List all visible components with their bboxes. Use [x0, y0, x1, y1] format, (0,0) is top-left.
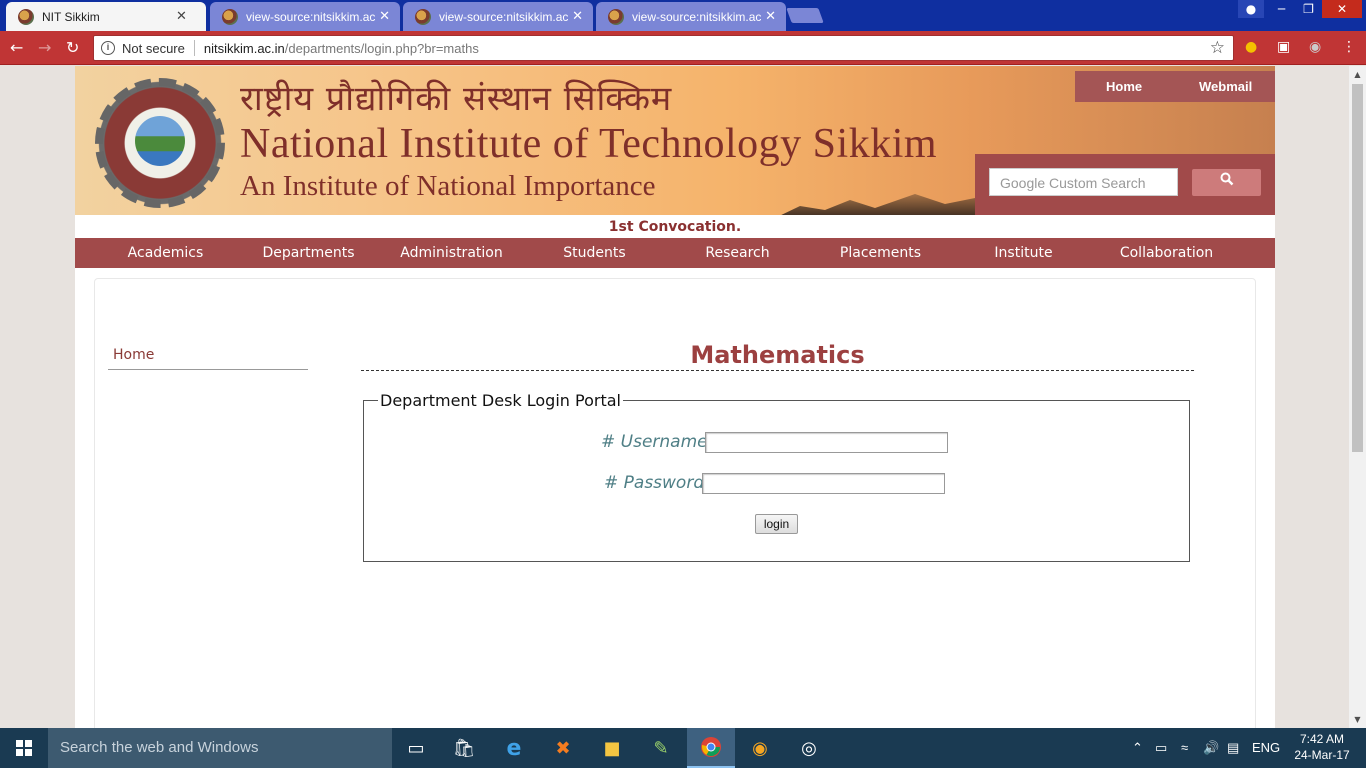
security-label[interactable]: Not secure: [122, 41, 185, 56]
institute-tagline: An Institute of National Importance: [240, 170, 656, 202]
chevron-up-icon[interactable]: ⌃: [1132, 740, 1143, 756]
divider: [193, 40, 195, 56]
url-path: /departments/login.php?br=maths: [284, 40, 479, 56]
close-tab-icon[interactable]: ✕: [379, 9, 390, 24]
login-legend: Department Desk Login Portal: [378, 391, 623, 410]
windows-logo-icon: [16, 740, 32, 756]
scroll-down-icon[interactable]: ▼: [1349, 711, 1366, 728]
password-label: # Password: [604, 473, 705, 493]
login-fieldset: Department Desk Login Portal # Username …: [363, 391, 1190, 562]
username-input[interactable]: [705, 432, 948, 453]
close-tab-icon[interactable]: ✕: [176, 9, 187, 24]
vertical-scrollbar[interactable]: ▲ ▼: [1349, 66, 1366, 728]
info-icon[interactable]: i: [101, 41, 115, 55]
taskbar-search-box[interactable]: Search the web and Windows: [48, 728, 392, 768]
page-container: राष्ट्रीय प्रौद्योगिकी संस्थान सिक्किम N…: [75, 66, 1275, 728]
main-navigation: Academics Departments Administration Stu…: [75, 238, 1275, 268]
nit-favicon-icon: [222, 8, 238, 25]
nav-departments[interactable]: Departments: [237, 238, 380, 268]
globe-extension-icon[interactable]: ◉: [1309, 39, 1321, 55]
search-icon: [1220, 172, 1233, 186]
profile-icon[interactable]: ●: [1238, 0, 1264, 18]
institute-name: National Institute of Technology Sikkim: [240, 121, 938, 167]
battery-icon[interactable]: ▭: [1155, 740, 1167, 756]
search-panel: Google Custom Search: [975, 154, 1275, 215]
sidebar-home-link[interactable]: Home: [108, 345, 308, 370]
tab-title: NIT Sikkim: [42, 9, 100, 24]
nav-academics[interactable]: Academics: [94, 238, 237, 268]
department-title: Mathematics: [361, 342, 1194, 371]
language-indicator[interactable]: ENG: [1252, 740, 1280, 755]
edge-icon[interactable]: e: [490, 728, 538, 768]
page-viewport: राष्ट्रीय प्रौद्योगिकी संस्थान सिक्किम N…: [0, 66, 1366, 728]
clock-time: 7:42 AM: [1299, 732, 1345, 746]
taskbar: Search the web and Windows ▭ 🛍 e ✖ ■ ✎ ◉…: [0, 728, 1366, 768]
scroll-up-icon[interactable]: ▲: [1349, 66, 1366, 83]
login-button[interactable]: login: [755, 514, 798, 534]
clock[interactable]: 7:42 AM 24-Mar-17: [1290, 731, 1354, 763]
tab-strip: NIT Sikkim ✕ view-source:nitsikkim.ac.in…: [0, 0, 1366, 31]
home-link[interactable]: Home: [1106, 79, 1142, 94]
webmail-link[interactable]: Webmail: [1199, 79, 1252, 94]
nit-favicon-icon: [415, 8, 431, 25]
notepad-icon[interactable]: ✎: [637, 728, 685, 768]
logo-landscape: [135, 116, 185, 166]
task-view-icon[interactable]: ▭: [392, 728, 440, 768]
chrome-icon[interactable]: [687, 728, 735, 768]
tab-nit-sikkim[interactable]: NIT Sikkim ✕: [6, 2, 206, 31]
tab-view-source-1[interactable]: view-source:nitsikkim.ac.in ✕: [210, 2, 400, 31]
clock-date: 24-Mar-17: [1294, 748, 1350, 762]
institute-name-hindi: राष्ट्रीय प्रौद्योगिकी संस्थान सिक्किम: [240, 79, 673, 119]
kebab-menu-icon[interactable]: ⋮: [1342, 39, 1356, 55]
tab-title: view-source:nitsikkim.ac.in: [439, 9, 569, 24]
news-ticker[interactable]: 1st Convocation.: [75, 216, 1275, 238]
close-tab-icon[interactable]: ✕: [765, 9, 776, 24]
notifications-icon[interactable]: ▤: [1227, 740, 1239, 756]
star-icon[interactable]: ☆: [1210, 38, 1225, 58]
arrow-right-icon[interactable]: →: [38, 38, 51, 57]
close-tab-icon[interactable]: ✕: [572, 9, 583, 24]
screen-capture-extension-icon[interactable]: ▣: [1277, 39, 1290, 55]
password-input[interactable]: [702, 473, 945, 494]
minimize-button[interactable]: ─: [1268, 0, 1295, 18]
nit-favicon-icon: [18, 8, 34, 25]
tab-title: view-source:nitsikkim.ac.in: [246, 9, 376, 24]
nit-favicon-icon: [608, 8, 624, 25]
store-icon[interactable]: 🛍: [440, 728, 488, 768]
google-search-input[interactable]: Google Custom Search: [989, 168, 1178, 196]
scrollbar-thumb[interactable]: [1352, 84, 1363, 452]
search-button[interactable]: [1192, 169, 1261, 196]
new-tab-button[interactable]: [786, 8, 824, 23]
address-bar[interactable]: i Not secure nitsikkim.ac.in/departments…: [93, 35, 1234, 61]
nav-research[interactable]: Research: [666, 238, 809, 268]
close-window-button[interactable]: ✕: [1322, 0, 1362, 18]
tab-title: view-source:nitsikkim.ac.in: [632, 9, 762, 24]
start-button[interactable]: [0, 728, 48, 768]
chrome-logo: [701, 737, 721, 757]
tab-view-source-2[interactable]: view-source:nitsikkim.ac.in ✕: [403, 2, 593, 31]
maximize-button[interactable]: ❐: [1295, 0, 1322, 18]
browser-toolbar: ← → ↻ i Not secure nitsikkim.ac.in/depar…: [0, 31, 1366, 65]
nav-institute[interactable]: Institute: [952, 238, 1095, 268]
url-host: nitsikkim.ac.in: [203, 40, 285, 56]
nav-administration[interactable]: Administration: [380, 238, 523, 268]
lightbulb-extension-icon[interactable]: ●: [1245, 39, 1257, 55]
top-links: Home Webmail: [1075, 71, 1275, 102]
file-explorer-icon[interactable]: ■: [588, 728, 636, 768]
username-label: # Username: [601, 432, 708, 452]
institute-logo[interactable]: [95, 78, 225, 208]
uc-browser-icon[interactable]: ◉: [736, 728, 784, 768]
reload-icon[interactable]: ↻: [66, 38, 79, 57]
nav-placements[interactable]: Placements: [809, 238, 952, 268]
xampp-icon[interactable]: ✖: [539, 728, 587, 768]
groove-icon[interactable]: ◎: [785, 728, 833, 768]
volume-icon[interactable]: 🔊: [1203, 740, 1219, 756]
nav-students[interactable]: Students: [523, 238, 666, 268]
wifi-icon[interactable]: ≈: [1181, 740, 1188, 755]
arrow-left-icon[interactable]: ←: [10, 38, 23, 57]
nav-collaboration[interactable]: Collaboration: [1095, 238, 1238, 268]
tab-view-source-3[interactable]: view-source:nitsikkim.ac.in ✕: [596, 2, 786, 31]
